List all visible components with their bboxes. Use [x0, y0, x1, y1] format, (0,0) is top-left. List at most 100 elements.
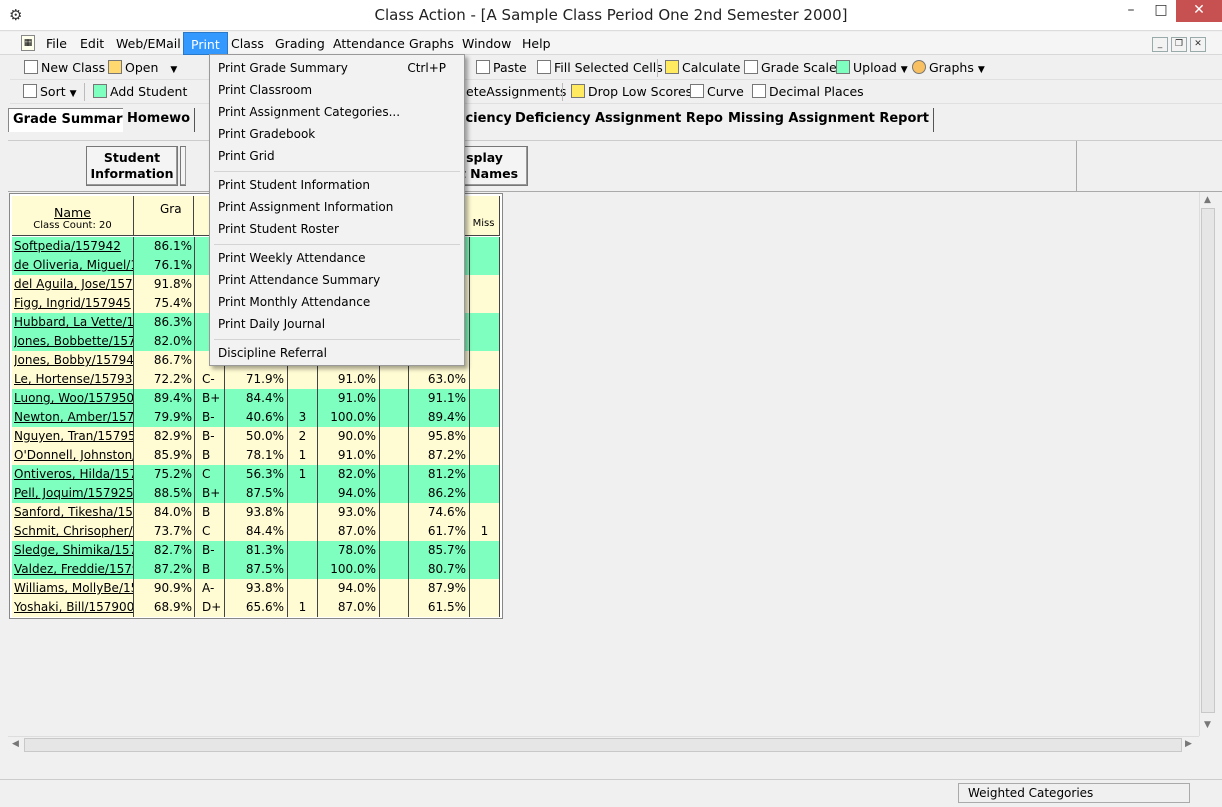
grade-cell[interactable]: [288, 503, 318, 522]
grade-cell[interactable]: [380, 408, 409, 427]
table-row[interactable]: O'Donnell, Johnston/85.9% B 78.1% 1 91.0% 87.…: [12, 446, 500, 465]
menu-print[interactable]: Print: [183, 32, 228, 55]
grade-cell[interactable]: [380, 598, 409, 617]
grade-cell[interactable]: 74.6%: [409, 503, 470, 522]
grade-cell[interactable]: 86.3%: [134, 313, 195, 332]
grade-cell[interactable]: 82.7%: [134, 541, 195, 560]
student-name-cell[interactable]: Figg, Ingrid/157945: [14, 294, 134, 313]
menu-attendance[interactable]: Attendance: [326, 32, 412, 55]
grade-cell[interactable]: 1: [288, 465, 318, 484]
drop-low-scores-button[interactable]: Drop Low Scores: [571, 82, 692, 102]
tab-deficiency[interactable]: Deficiency: [511, 108, 596, 132]
grade-cell[interactable]: C-: [195, 370, 225, 389]
grade-cell[interactable]: [380, 389, 409, 408]
table-row[interactable]: Le, Hortense/157939 72.2% C- 71.9% 91.0% 63.0…: [12, 370, 500, 389]
tab-grade-summary[interactable]: Grade Summary: [8, 108, 136, 132]
menu-print-daily-journal[interactable]: Print Daily Journal: [218, 313, 458, 335]
grade-cell[interactable]: [470, 465, 500, 484]
grade-cell[interactable]: [470, 351, 500, 370]
grade-cell[interactable]: [470, 237, 500, 256]
table-row[interactable]: Sanford, Tikesha/157 84.0% B 93.8% 93.0% 74.6…: [12, 503, 500, 522]
grade-cell[interactable]: 65.6%: [225, 598, 288, 617]
menu-print-classroom[interactable]: Print Classroom: [218, 79, 458, 101]
menu-discipline-referral[interactable]: Discipline Referral: [218, 342, 458, 364]
minimize-button[interactable]: –: [1116, 0, 1146, 22]
grade-cell[interactable]: 78.1%: [225, 446, 288, 465]
menu-print-attendance-summary[interactable]: Print Attendance Summary: [218, 269, 458, 291]
student-name-cell[interactable]: Luong, Woo/157950: [14, 389, 134, 408]
grade-cell[interactable]: [470, 275, 500, 294]
grade-cell[interactable]: 80.7%: [409, 560, 470, 579]
grade-cell[interactable]: 89.4%: [409, 408, 470, 427]
vertical-scrollbar[interactable]: ▲ ▼: [1199, 192, 1216, 736]
student-name-cell[interactable]: Softpedia/157942: [14, 237, 134, 256]
tab-missing-assignment-report[interactable]: Missing Assignment Report: [724, 108, 935, 132]
next-button-edge[interactable]: [180, 146, 186, 186]
table-row[interactable]: Newton, Amber/1579 79.9% B- 40.6% 3 100.0% 89.…: [12, 408, 500, 427]
menu-print-grade-summary[interactable]: Print Grade Summary Ctrl+P: [218, 57, 458, 79]
menu-web-email[interactable]: Web/EMail: [109, 32, 188, 55]
grade-cell[interactable]: 3: [288, 408, 318, 427]
grade-cell[interactable]: 56.3%: [225, 465, 288, 484]
grade-cell[interactable]: [470, 370, 500, 389]
grade-cell[interactable]: [288, 579, 318, 598]
student-name-cell[interactable]: Jones, Bobby/15794: [14, 351, 134, 370]
grade-cell[interactable]: 86.2%: [409, 484, 470, 503]
vertical-scroll-thumb[interactable]: [1201, 208, 1215, 713]
table-row[interactable]: Luong, Woo/157950 89.4% B+ 84.4% 91.0% 91.1%: [12, 389, 500, 408]
name-column-header[interactable]: Name Class Count: 20: [12, 196, 134, 236]
grade-cell[interactable]: 84.0%: [134, 503, 195, 522]
grade-cell[interactable]: [288, 541, 318, 560]
grade-cell[interactable]: 68.9%: [134, 598, 195, 617]
grade-cell[interactable]: [470, 541, 500, 560]
grade-cell[interactable]: [380, 522, 409, 541]
grade-cell[interactable]: [380, 503, 409, 522]
table-row[interactable]: Sledge, Shimika/157 82.7% B- 81.3% 78.0% 85.7…: [12, 541, 500, 560]
grade-cell[interactable]: [380, 465, 409, 484]
grade-cell[interactable]: [470, 484, 500, 503]
mdi-close-icon[interactable]: ✕: [1190, 37, 1206, 52]
grade-cell[interactable]: [470, 256, 500, 275]
grade-cell[interactable]: 61.7%: [409, 522, 470, 541]
grade-cell[interactable]: 81.3%: [225, 541, 288, 560]
menu-file[interactable]: File: [39, 32, 74, 55]
curve-button[interactable]: Curve: [690, 82, 744, 102]
grade-cell[interactable]: 91.0%: [318, 389, 380, 408]
calculate-button[interactable]: Calculate: [665, 58, 740, 78]
grade-cell[interactable]: 87.0%: [318, 598, 380, 617]
grade-cell[interactable]: B+: [195, 484, 225, 503]
horizontal-scrollbar[interactable]: ◀ ▶: [8, 736, 1199, 753]
grade-cell[interactable]: [470, 446, 500, 465]
grade-cell[interactable]: [470, 598, 500, 617]
menu-edit[interactable]: Edit: [73, 32, 111, 55]
tab-proficiency[interactable]: iciency: [457, 108, 517, 132]
grade-cell[interactable]: 90.0%: [318, 427, 380, 446]
student-name-cell[interactable]: Le, Hortense/157939: [14, 370, 134, 389]
upload-button[interactable]: Upload ▼: [836, 58, 908, 78]
mdi-restore-icon[interactable]: ❐: [1171, 37, 1187, 52]
maximize-button[interactable]: □: [1146, 0, 1176, 22]
grade-cell[interactable]: [470, 332, 500, 351]
menu-graphs[interactable]: Graphs: [402, 32, 461, 55]
grade-cell[interactable]: 82.9%: [134, 427, 195, 446]
grade-scale-button[interactable]: Grade Scale: [744, 58, 837, 78]
grade-column-header[interactable]: Gra: [134, 196, 194, 236]
grade-cell[interactable]: [470, 427, 500, 446]
student-name-cell[interactable]: Hubbard, La Vette/1: [14, 313, 134, 332]
complete-assignments-button[interactable]: eteAssignments: [466, 82, 566, 102]
student-name-cell[interactable]: Jones, Bobbette/157: [14, 332, 134, 351]
student-name-cell[interactable]: del Aguila, Jose/157: [14, 275, 134, 294]
table-row[interactable]: Yoshaki, Bill/157900 68.9% D+ 65.6% 1 87.0% 61…: [12, 598, 500, 617]
student-name-cell[interactable]: Yoshaki, Bill/157900: [14, 598, 134, 617]
grade-cell[interactable]: 100.0%: [318, 560, 380, 579]
grade-cell[interactable]: B: [195, 446, 225, 465]
grade-cell[interactable]: 85.7%: [409, 541, 470, 560]
menu-print-student-information[interactable]: Print Student Information: [218, 174, 458, 196]
close-button[interactable]: ✕: [1176, 0, 1222, 22]
document-icon[interactable]: ▦: [21, 35, 35, 51]
grade-cell[interactable]: 2: [288, 427, 318, 446]
menu-class[interactable]: Class: [224, 32, 271, 55]
grade-cell[interactable]: 82.0%: [134, 332, 195, 351]
menu-grading[interactable]: Grading: [268, 32, 332, 55]
student-name-cell[interactable]: Schmit, Chrisopher/1: [14, 522, 134, 541]
